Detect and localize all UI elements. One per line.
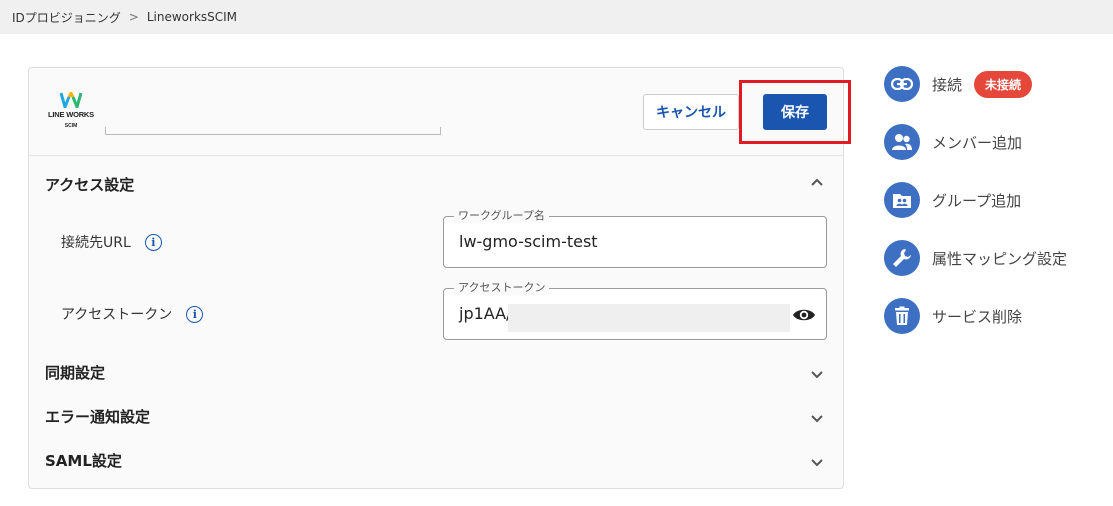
sidebar-item-add-group[interactable]: グループ追加	[884, 182, 1104, 218]
section-title-sync[interactable]: 同期設定	[45, 362, 105, 383]
sidebar-item-connect[interactable]: 接続 未接続	[884, 66, 1104, 102]
row-label-token: アクセストークン i	[61, 304, 204, 324]
field-legend: アクセストークン	[454, 281, 550, 295]
chevron-up-icon[interactable]	[809, 175, 825, 191]
sidebar-item-attribute-mapping[interactable]: 属性マッピング設定	[884, 240, 1104, 276]
chevron-down-icon[interactable]	[809, 366, 825, 382]
chevron-down-icon[interactable]	[809, 454, 825, 470]
sidebar-item-label: グループ追加	[932, 191, 1022, 210]
section-title-access[interactable]: アクセス設定	[45, 174, 134, 195]
breadcrumb-separator: >	[128, 10, 139, 24]
sidebar-item-add-member[interactable]: メンバー追加	[884, 124, 1104, 160]
group-icon	[884, 124, 920, 160]
info-icon[interactable]: i	[186, 305, 204, 323]
redacted-token-mask	[508, 304, 790, 332]
logo-subtext: SCIM	[64, 123, 78, 129]
breadcrumb: IDプロビジョニング > LineworksSCIM	[0, 0, 1113, 34]
lineworks-logo: LINE WORKS SCIM	[45, 92, 97, 136]
breadcrumb-root[interactable]: IDプロビジョニング	[12, 9, 121, 26]
trash-icon	[884, 298, 920, 334]
card-header: LINE WORKS SCIM キャンセル 保存	[29, 68, 843, 156]
link-icon	[884, 66, 920, 102]
field-value[interactable]: lw-gmo-scim-test	[459, 232, 598, 251]
name-input-underline[interactable]	[105, 134, 441, 135]
field-value[interactable]: jp1AA/	[459, 304, 512, 323]
settings-card: LINE WORKS SCIM キャンセル 保存 アクセス設定 接続先URL i…	[28, 67, 844, 489]
eye-icon[interactable]	[792, 305, 816, 325]
connection-url-label: 接続先URL	[61, 235, 131, 251]
row-label-url: 接続先URL i	[61, 232, 162, 252]
wrench-icon	[884, 240, 920, 276]
sidebar-item-label: サービス削除	[932, 307, 1023, 326]
info-icon[interactable]: i	[144, 233, 162, 251]
sidebar-item-label: 属性マッピング設定	[932, 249, 1068, 268]
section-title-saml[interactable]: SAML設定	[45, 450, 122, 471]
field-legend: ワークグループ名	[454, 209, 549, 223]
access-token-field[interactable]: アクセストークン jp1AA/	[443, 281, 827, 340]
access-token-label: アクセストークン	[61, 307, 173, 323]
section-title-error-notify[interactable]: エラー通知設定	[45, 406, 150, 427]
folder-group-icon	[884, 182, 920, 218]
breadcrumb-current: LineworksSCIM	[146, 10, 238, 24]
sidebar-item-label: 接続	[932, 75, 963, 94]
save-button-highlight	[739, 80, 851, 144]
chevron-down-icon[interactable]	[809, 410, 825, 426]
status-badge: 未接続	[974, 70, 1033, 98]
workgroup-name-field[interactable]: ワークグループ名 lw-gmo-scim-test	[443, 209, 827, 268]
logo-text: LINE WORKS	[48, 110, 94, 119]
lineworks-w-icon	[60, 92, 82, 108]
sidebar-item-delete-service[interactable]: サービス削除	[884, 298, 1104, 334]
cancel-button[interactable]: キャンセル	[643, 94, 739, 130]
sidebar-item-label: メンバー追加	[932, 133, 1023, 152]
